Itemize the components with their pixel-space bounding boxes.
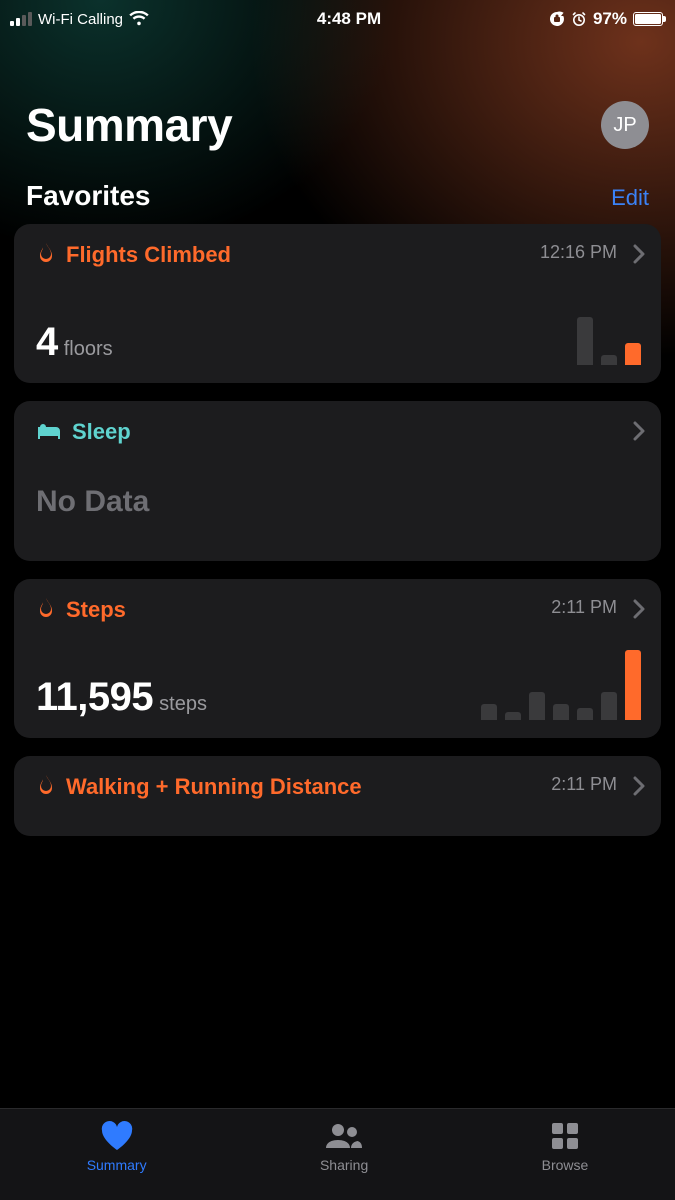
alarm-icon — [571, 11, 587, 27]
card-sleep[interactable]: Sleep No Data — [14, 401, 661, 561]
card-walking-running[interactable]: Walking + Running Distance 2:11 PM — [14, 756, 661, 836]
grid-icon — [551, 1119, 579, 1153]
status-bar: Wi-Fi Calling 4:48 PM 97% — [0, 0, 675, 38]
card-timestamp: 12:16 PM — [540, 242, 617, 263]
tab-label: Browse — [542, 1157, 589, 1173]
tab-summary[interactable]: Summary — [87, 1119, 147, 1173]
page-title: Summary — [26, 98, 232, 152]
battery-icon — [633, 12, 663, 26]
card-timestamp: 2:11 PM — [551, 774, 617, 795]
status-clock: 4:48 PM — [317, 9, 381, 29]
profile-avatar[interactable]: JP — [601, 101, 649, 149]
card-timestamp: 2:11 PM — [551, 597, 617, 618]
bed-icon — [36, 423, 62, 441]
card-unit: floors — [64, 338, 113, 361]
flame-icon — [36, 775, 56, 799]
tab-label: Sharing — [320, 1157, 368, 1173]
card-unit: steps — [159, 693, 207, 716]
card-title: Sleep — [72, 419, 131, 445]
heart-icon — [100, 1119, 134, 1153]
card-title: Walking + Running Distance — [66, 774, 362, 800]
mini-chart — [455, 295, 641, 365]
people-icon — [324, 1119, 364, 1153]
card-title: Flights Climbed — [66, 242, 231, 268]
no-data-label: No Data — [36, 485, 641, 519]
rotation-lock-icon — [549, 11, 565, 27]
chevron-right-icon — [633, 595, 645, 626]
card-value: 11,595 — [36, 675, 153, 720]
edit-button[interactable]: Edit — [611, 185, 649, 211]
cellular-signal-icon — [10, 12, 32, 26]
tab-bar: Summary Sharing Browse — [0, 1108, 675, 1200]
flame-icon — [36, 243, 56, 267]
flame-icon — [36, 598, 56, 622]
card-value: 4 — [36, 320, 58, 365]
tab-sharing[interactable]: Sharing — [320, 1119, 368, 1173]
card-title: Steps — [66, 597, 126, 623]
carrier-label: Wi-Fi Calling — [38, 11, 123, 28]
chevron-right-icon — [633, 772, 645, 803]
battery-percent: 97% — [593, 9, 627, 29]
chevron-right-icon — [633, 417, 645, 448]
card-flights-climbed[interactable]: Flights Climbed 12:16 PM 4 floors — [14, 224, 661, 383]
tab-browse[interactable]: Browse — [542, 1119, 589, 1173]
favorites-heading: Favorites — [26, 180, 151, 212]
tab-label: Summary — [87, 1157, 147, 1173]
mini-chart — [481, 650, 641, 720]
card-steps[interactable]: Steps 2:11 PM 11,595 steps — [14, 579, 661, 738]
chevron-right-icon — [633, 240, 645, 271]
wifi-icon — [129, 11, 149, 27]
